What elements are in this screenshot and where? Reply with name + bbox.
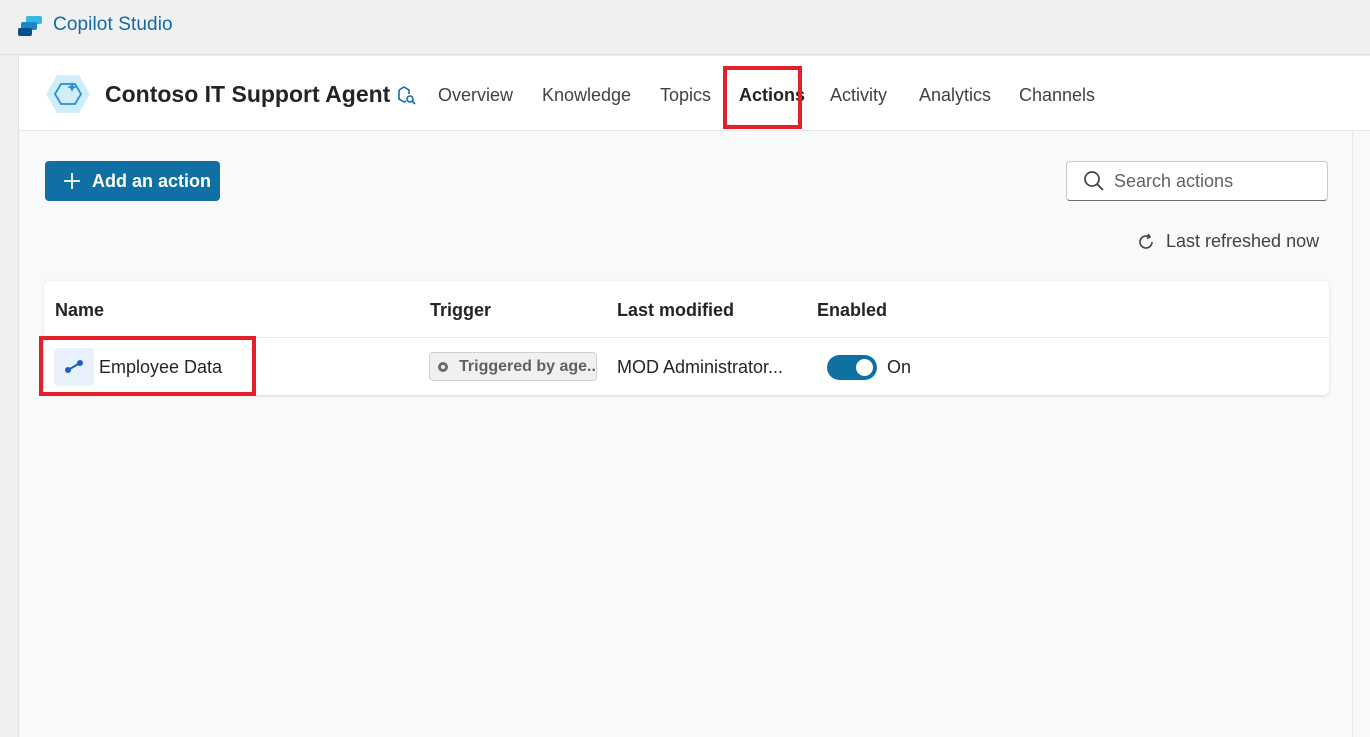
tab-analytics[interactable]: Analytics bbox=[919, 85, 991, 106]
tab-topics[interactable]: Topics bbox=[660, 85, 711, 106]
app-title: Copilot Studio bbox=[53, 14, 173, 35]
search-input[interactable] bbox=[1114, 170, 1314, 192]
action-name-highlight bbox=[39, 336, 256, 396]
tab-channels[interactable]: Channels bbox=[1019, 85, 1095, 106]
actions-tab-highlight bbox=[723, 66, 802, 129]
toggle-knob bbox=[856, 359, 873, 376]
agent-header: Contoso IT Support Agent Overview Knowle… bbox=[19, 56, 1370, 131]
column-header-last-modified[interactable]: Last modified bbox=[617, 300, 734, 321]
agent-name: Contoso IT Support Agent bbox=[105, 81, 391, 107]
search-box[interactable] bbox=[1066, 161, 1328, 201]
enabled-label: On bbox=[887, 357, 912, 377]
add-action-button[interactable]: Add an action bbox=[45, 161, 220, 201]
refresh-button[interactable]: Last refreshed now bbox=[1136, 231, 1319, 252]
agent-trigger-icon bbox=[438, 361, 448, 372]
refresh-icon bbox=[1139, 233, 1153, 249]
enabled-toggle[interactable] bbox=[827, 355, 877, 380]
last-modified-text: MOD Administrator... bbox=[617, 357, 784, 377]
column-header-trigger[interactable]: Trigger bbox=[430, 300, 491, 321]
refresh-text: Last refreshed now bbox=[1166, 231, 1320, 251]
column-header-name[interactable]: Name bbox=[55, 300, 104, 321]
tab-activity[interactable]: Activity bbox=[830, 85, 887, 106]
trigger-text: Triggered by age... bbox=[459, 357, 597, 375]
column-header-enabled[interactable]: Enabled bbox=[817, 300, 887, 321]
agent-avatar-icon bbox=[46, 75, 90, 113]
search-icon bbox=[1084, 171, 1104, 191]
copilot-studio-logo-icon bbox=[18, 16, 42, 36]
actions-table: Name Trigger Last modified Enabled Emplo… bbox=[39, 281, 1329, 396]
tab-overview[interactable]: Overview bbox=[438, 85, 513, 106]
app-bar: Copilot Studio bbox=[0, 0, 1370, 55]
plus-icon bbox=[64, 173, 80, 189]
tab-knowledge[interactable]: Knowledge bbox=[542, 85, 631, 106]
agent-settings-icon[interactable] bbox=[395, 84, 417, 106]
scrollbar[interactable] bbox=[1352, 131, 1370, 737]
main-panel: Contoso IT Support Agent Overview Knowle… bbox=[18, 56, 1370, 737]
add-action-label: Add an action bbox=[92, 170, 212, 191]
trigger-badge: Triggered by age... bbox=[429, 352, 597, 381]
table-row[interactable]: Employee Data Triggered by age... MOD Ad… bbox=[39, 336, 1329, 396]
